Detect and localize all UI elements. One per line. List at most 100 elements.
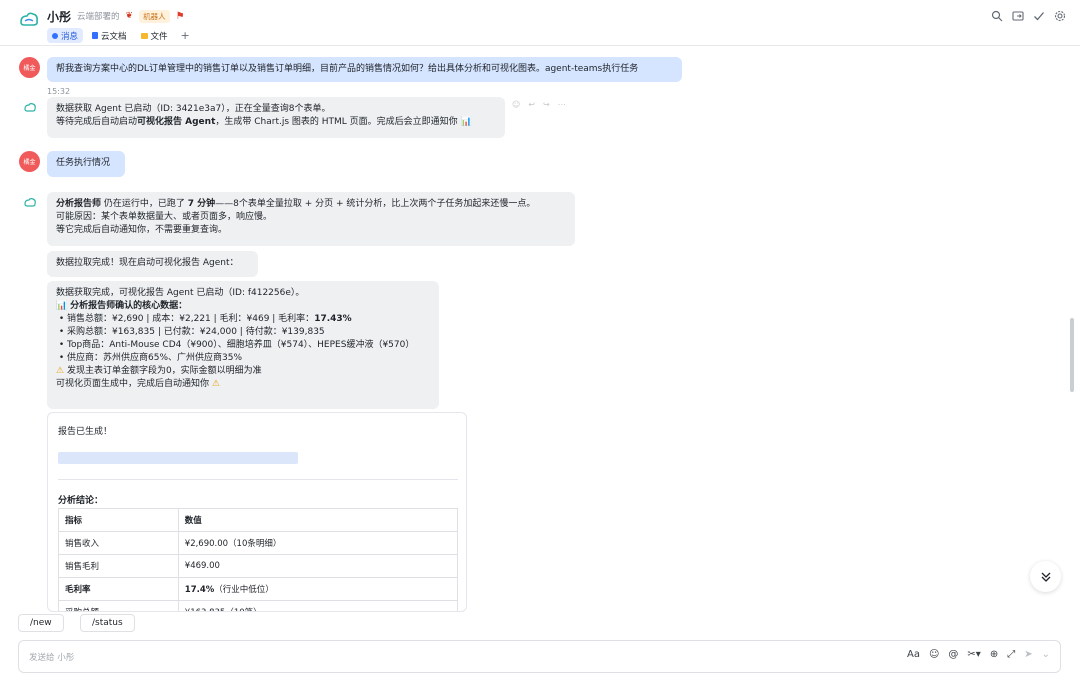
chart-icon: 📊 <box>56 301 68 311</box>
warning-icon: ⚠ <box>211 379 220 389</box>
user-message-bubble[interactable]: 帮我查询方案中心的DL订单管理中的销售订单以及销售订单明细，目前产品的销售情况如… <box>47 57 682 82</box>
table-header: 指标 <box>58 508 179 532</box>
table-cell: 销售收入 <box>58 531 179 555</box>
table-cell: 17.4%（行业中低位） <box>177 577 459 601</box>
bullet-item: • 销售总额：¥2,690 | 成本：¥2,221 | 毛利：¥469 | 毛利… <box>56 314 352 324</box>
emoji-icon[interactable]: ☺ <box>929 649 939 660</box>
search-icon[interactable] <box>991 10 1003 22</box>
bold-text: 分析报告师确认的核心数据： <box>70 301 188 311</box>
message-line: 可视化页面生成中，完成后自动通知你 ⚠ <box>56 378 430 391</box>
card-subtitle: 分析结论： <box>58 496 104 506</box>
add-tab-button[interactable]: + <box>177 29 194 42</box>
message-toolbar: ☺ ↩ ↪ ⋯ <box>512 100 566 109</box>
tab-label: 消息 <box>61 31 79 42</box>
message-composer[interactable]: 发送给 小彤 Aa ☺ @ ✂▾ ⊕ ⤢ ➤ ⌄ <box>18 640 1061 673</box>
text-span: 采购总额：¥163,835 | 已付款：¥24,000 | 待付款：¥139,8… <box>67 327 325 337</box>
user-message-bubble[interactable]: 任务执行情况 <box>47 151 125 177</box>
tab-messages[interactable]: 消息 <box>47 28 84 43</box>
table-header-row: 指标 数值 <box>58 508 459 532</box>
scroll-to-bottom-button[interactable] <box>1030 561 1061 592</box>
bullet-item: • Top商品：Anti-Mouse CD4（¥900）、细胞培养皿（¥574）… <box>56 340 415 350</box>
chat-tabs: 消息 云文档 文件 + <box>47 28 194 43</box>
reaction-icon[interactable]: ☺ <box>512 100 520 109</box>
tab-label: 云文档 <box>101 31 127 42</box>
bot-avatar-icon[interactable] <box>23 101 37 115</box>
bot-message-bubble[interactable]: 数据获取完成，可视化报告 Agent 已启动（ID: f412256e）。 📊 … <box>47 281 439 409</box>
flag-icon[interactable]: ⚑ <box>176 11 185 22</box>
tab-files[interactable]: 文件 <box>136 28 173 43</box>
message-line: 数据获取 Agent 已启动（ID: 3421e3a7），正在全量查询8个表单。 <box>56 104 331 114</box>
table-cell: ¥163,835（10笔） <box>177 600 459 611</box>
bot-avatar-icon[interactable] <box>18 9 40 31</box>
text-span: ，生成带 Chart.js 图表的 HTML 页面。完成后会立即通知你 📊 <box>215 117 472 127</box>
message-line: 📊 分析报告师确认的核心数据： <box>56 300 430 313</box>
check-icon[interactable] <box>1033 10 1045 22</box>
gear-icon[interactable] <box>1054 10 1066 22</box>
bot-message-bubble[interactable]: 数据拉取完成！现在启动可视化报告 Agent： <box>47 251 258 277</box>
plus-circle-icon[interactable]: ⊕ <box>990 649 998 660</box>
table-cell: 毛利率 <box>58 577 179 601</box>
composer-toolbar: Aa ☺ @ ✂▾ ⊕ ⤢ ➤ ⌄ <box>907 649 1050 660</box>
table-cell: 采购总额 <box>58 600 179 611</box>
forward-icon[interactable]: ↪ <box>543 100 550 109</box>
message-line: 等它完成后自动通知你，不需要重复查询。 <box>56 225 228 235</box>
text-span: Top商品：Anti-Mouse CD4（¥900）、细胞培养皿（¥574）、H… <box>67 340 415 350</box>
bullet-item: • 采购总额：¥163,835 | 已付款：¥24,000 | 待付款：¥139… <box>56 327 325 337</box>
table-header: 数值 <box>177 508 459 532</box>
reply-icon[interactable]: ↩ <box>528 100 535 109</box>
message-line: 等待完成后自动启动可视化报告 Agent，生成带 Chart.js 图表的 HT… <box>56 116 496 129</box>
user-avatar[interactable]: 橘金 <box>19 151 40 172</box>
bold-text: 7 分钟 <box>187 199 216 209</box>
card-title: 报告已生成！ <box>58 427 113 437</box>
chevron-down-icon[interactable]: ⌄ <box>1042 649 1050 660</box>
table-cell: 销售毛利 <box>58 554 179 578</box>
message-line: 数据获取完成，可视化报告 Agent 已启动（ID: f412256e）。 <box>56 288 305 298</box>
user-avatar[interactable]: 橘金 <box>19 57 40 78</box>
scissors-icon[interactable]: ✂▾ <box>967 649 980 660</box>
doc-icon <box>92 32 99 39</box>
report-card[interactable]: 报告已生成！ 分析结论： 指标 数值 销售收入 ¥2,690.00（10条明细）… <box>47 412 467 612</box>
tab-label: 文件 <box>150 31 168 42</box>
composer-placeholder[interactable]: 发送给 小彤 <box>29 651 74 663</box>
bot-avatar-icon[interactable] <box>23 196 37 210</box>
bold-text: 17.43% <box>314 314 352 324</box>
robot-badge: 机器人 <box>139 9 170 23</box>
heart-icon: ❦ <box>125 11 134 21</box>
text-span: 可视化页面生成中，完成后自动通知你 <box>56 379 210 389</box>
expand-icon[interactable]: ⤢ <box>1007 649 1015 660</box>
bot-message-bubble[interactable]: 分析报告师 仍在运行中，已跑了 7 分钟——8个表单全量拉取 + 分页 + 统计… <box>47 192 575 246</box>
message-line: 分析报告师 仍在运行中，已跑了 7 分钟——8个表单全量拉取 + 分页 + 统计… <box>56 198 566 211</box>
warning-icon: ⚠ <box>56 366 65 376</box>
bold-text: 分析报告师 <box>56 199 102 209</box>
more-icon[interactable]: ⋯ <box>558 100 566 109</box>
share-icon[interactable] <box>1012 10 1024 22</box>
text-span: ——8个表单全量拉取 + 分页 + 统计分析，比上次两个子任务加起来还慢一点。 <box>215 199 536 209</box>
text-span: 发现主表订单金额字段为0，实际金额以明细为准 <box>66 366 262 376</box>
bold-text: 可视化报告 Agent <box>137 117 216 127</box>
text-span: 供应商：苏州供应商65%、广州供应商35% <box>67 353 243 363</box>
bullet-item: • 供应商：苏州供应商65%、广州供应商35% <box>56 353 243 363</box>
text-span: 等待完成后自动启动 <box>56 117 138 127</box>
text-span: 销售总额：¥2,690 | 成本：¥2,221 | 毛利：¥469 | 毛利率： <box>67 314 315 324</box>
send-icon[interactable]: ➤ <box>1024 649 1032 660</box>
report-link[interactable] <box>58 452 298 464</box>
table-cell: ¥469.00 <box>177 554 459 578</box>
chat-subtitle: 云端部署的 <box>77 12 120 22</box>
bot-message-bubble[interactable]: 数据获取 Agent 已启动（ID: 3421e3a7），正在全量查询8个表单。… <box>47 97 505 138</box>
tab-cloud-docs[interactable]: 云文档 <box>87 28 132 43</box>
table-cell: ¥2,690.00（10条明细） <box>177 531 459 555</box>
folder-icon <box>140 32 148 39</box>
scrollbar[interactable] <box>1070 318 1074 392</box>
message-timestamp: 15:32 <box>47 87 71 96</box>
text-format-icon[interactable]: Aa <box>907 649 920 660</box>
chat-bubble-icon <box>52 32 58 39</box>
command-chip-status[interactable]: /status <box>80 614 135 632</box>
divider <box>58 479 458 480</box>
command-chip-new[interactable]: /new <box>18 614 64 632</box>
table-row: 销售收入 ¥2,690.00（10条明细） <box>58 531 459 555</box>
summary-table: 指标 数值 销售收入 ¥2,690.00（10条明细） 销售毛利 ¥469.00… <box>58 508 459 611</box>
mention-icon[interactable]: @ <box>948 649 958 660</box>
message-line: ⚠ 发现主表订单金额字段为0，实际金额以明细为准 <box>56 365 430 378</box>
double-chevron-down-icon <box>1041 572 1050 582</box>
chat-title: 小彤 <box>47 9 72 24</box>
